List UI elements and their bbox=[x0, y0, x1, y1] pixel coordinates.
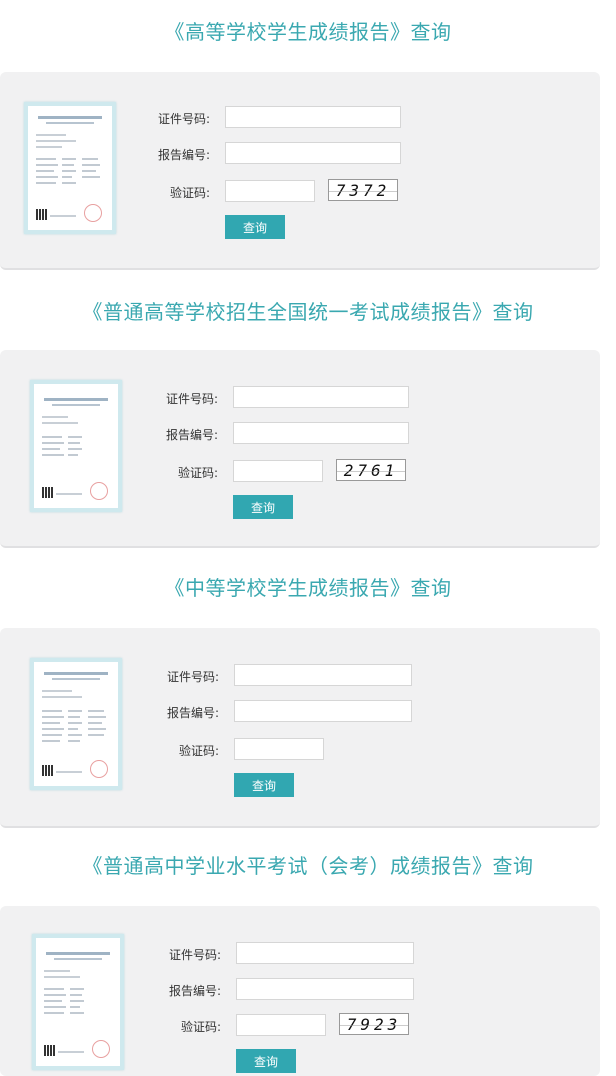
captcha-image[interactable]: 7923 bbox=[339, 1013, 409, 1035]
report-number-input[interactable] bbox=[225, 142, 401, 164]
captcha-label: 验证码: bbox=[178, 744, 219, 758]
submit-button[interactable]: 查询 bbox=[236, 1049, 296, 1073]
captcha-label: 验证码: bbox=[169, 186, 210, 200]
id-number-label: 证件号码: bbox=[157, 112, 210, 126]
id-number-input[interactable] bbox=[236, 942, 414, 964]
captcha-input[interactable] bbox=[234, 738, 324, 760]
section-title-3: 《中等学校学生成绩报告》查询 bbox=[164, 576, 452, 600]
captcha-input[interactable] bbox=[236, 1014, 326, 1036]
submit-button[interactable]: 查询 bbox=[234, 773, 294, 797]
submit-button[interactable]: 查询 bbox=[233, 495, 293, 519]
captcha-text: 7923 bbox=[346, 1014, 402, 1034]
report-number-label: 报告编号: bbox=[166, 706, 219, 720]
section-title-4: 《普通高中学业水平考试（会考）成绩报告》查询 bbox=[82, 854, 534, 878]
captcha-input[interactable] bbox=[225, 180, 315, 202]
report-certificate-icon bbox=[30, 380, 122, 512]
report-number-label: 报告编号: bbox=[165, 428, 218, 442]
id-number-label: 证件号码: bbox=[165, 392, 218, 406]
query-panel-2: 证件号码: 报告编号: 验证码: 2761 查询 bbox=[0, 350, 600, 548]
report-number-label: 报告编号: bbox=[168, 984, 221, 998]
captcha-input[interactable] bbox=[233, 460, 323, 482]
query-panel-4: 证件号码: 报告编号: 验证码: 7923 查询 bbox=[0, 906, 600, 1076]
id-number-input[interactable] bbox=[233, 386, 409, 408]
captcha-text: 2761 bbox=[343, 460, 399, 480]
query-panel-1: 证件号码: 报告编号: 验证码: 7372 查询 bbox=[0, 72, 600, 270]
captcha-text: 7372 bbox=[335, 180, 391, 200]
section-title-1: 《高等学校学生成绩报告》查询 bbox=[164, 20, 452, 44]
report-certificate-icon bbox=[24, 102, 116, 234]
id-number-label: 证件号码: bbox=[166, 670, 219, 684]
report-certificate-icon bbox=[30, 658, 122, 790]
report-number-input[interactable] bbox=[234, 700, 412, 722]
report-number-input[interactable] bbox=[236, 978, 414, 1000]
captcha-label: 验证码: bbox=[180, 1020, 221, 1034]
query-panel-3: 证件号码: 报告编号: 验证码: 查询 bbox=[0, 628, 600, 828]
id-number-label: 证件号码: bbox=[168, 948, 221, 962]
report-certificate-icon bbox=[32, 934, 124, 1070]
captcha-label: 验证码: bbox=[177, 466, 218, 480]
captcha-image[interactable]: 7372 bbox=[328, 179, 398, 201]
id-number-input[interactable] bbox=[225, 106, 401, 128]
id-number-input[interactable] bbox=[234, 664, 412, 686]
report-number-label: 报告编号: bbox=[157, 148, 210, 162]
submit-button[interactable]: 查询 bbox=[225, 215, 285, 239]
report-number-input[interactable] bbox=[233, 422, 409, 444]
section-title-2: 《普通高等学校招生全国统一考试成绩报告》查询 bbox=[82, 300, 534, 324]
captcha-image[interactable]: 2761 bbox=[336, 459, 406, 481]
